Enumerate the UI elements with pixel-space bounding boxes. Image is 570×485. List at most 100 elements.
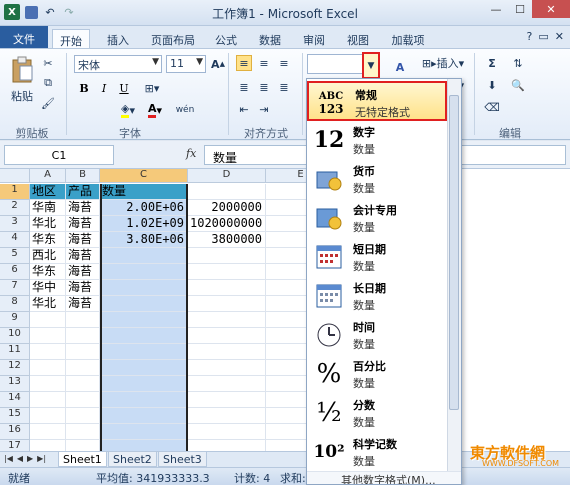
row-header-3[interactable]: 3 [0, 216, 30, 232]
row-header-12[interactable]: 12 [0, 360, 30, 376]
tab-home[interactable]: 开始 [52, 29, 90, 48]
phonetic-icon[interactable]: wén [172, 101, 198, 119]
number-format-dropdown-arrow[interactable]: ▼ [362, 52, 380, 79]
cell-b3[interactable]: 海苔 [66, 216, 100, 232]
cell-c6[interactable] [100, 264, 188, 280]
prev-sheet-icon[interactable]: ◀ [17, 454, 23, 463]
cell-b6[interactable]: 海苔 [66, 264, 100, 280]
column-header-d[interactable]: D [188, 169, 266, 183]
last-sheet-icon[interactable]: ▶| [37, 454, 46, 463]
more-number-formats[interactable]: 其他数字格式(M)... [307, 471, 461, 484]
cell-a2[interactable]: 华南 [30, 200, 66, 216]
insert-cells-button[interactable]: ⊞▸ 插入 ▾ [418, 55, 468, 71]
menu-scrollbar-thumb[interactable] [449, 95, 459, 410]
ribbon-minimize-icon[interactable]: ▭ [538, 30, 548, 43]
cell-d5[interactable] [188, 248, 266, 264]
ribbon-close-icon[interactable]: ✕ [555, 30, 564, 43]
format-option-6[interactable]: 时间 数量 [307, 315, 447, 355]
cell-c7[interactable] [100, 280, 188, 296]
cell-d12[interactable] [188, 360, 266, 376]
format-option-8[interactable]: ½ 分数 数量 [307, 393, 447, 433]
cell-d7[interactable] [188, 280, 266, 296]
cell-b17[interactable] [66, 440, 100, 451]
maximize-button[interactable]: ☐ [508, 0, 532, 18]
menu-scrollbar[interactable] [447, 79, 461, 484]
cell-d15[interactable] [188, 408, 266, 424]
cell-d17[interactable] [188, 440, 266, 451]
paste-button[interactable] [8, 55, 36, 85]
cell-b2[interactable]: 海苔 [66, 200, 100, 216]
grow-font-icon[interactable]: A ▲ [210, 55, 226, 73]
tab-page-layout[interactable]: 页面布局 [144, 29, 202, 48]
row-header-8[interactable]: 8 [0, 296, 30, 312]
fill-color-icon[interactable]: ◈ ▾ [116, 101, 140, 119]
cell-b13[interactable] [66, 376, 100, 392]
bold-button[interactable]: B [76, 79, 92, 97]
help-icon[interactable]: ? [527, 30, 533, 43]
row-header-14[interactable]: 14 [0, 392, 30, 408]
cell-a16[interactable] [30, 424, 66, 440]
cell-b15[interactable] [66, 408, 100, 424]
fx-icon[interactable]: fx [186, 147, 196, 160]
cell-b14[interactable] [66, 392, 100, 408]
cell-a5[interactable]: 西北 [30, 248, 66, 264]
align-top-icon[interactable]: ≡ [236, 55, 252, 71]
align-bottom-icon[interactable]: ≡ [276, 55, 292, 71]
row-header-1[interactable]: 1 [0, 184, 30, 200]
tab-view[interactable]: 视图 [340, 29, 376, 48]
tab-addins[interactable]: 加载项 [384, 29, 432, 48]
cell-d14[interactable] [188, 392, 266, 408]
align-left-icon[interactable]: ≣ [236, 79, 252, 95]
name-box[interactable]: C1 [4, 145, 114, 165]
cell-b1[interactable]: 产品 [66, 184, 100, 200]
cell-a15[interactable] [30, 408, 66, 424]
select-all-corner[interactable] [0, 169, 30, 183]
cell-b8[interactable]: 海苔 [66, 296, 100, 312]
row-header-9[interactable]: 9 [0, 312, 30, 328]
font-size-combo[interactable]: 11 ▼ [166, 55, 206, 73]
copy-icon[interactable]: ⧉ [40, 75, 56, 91]
sheet-tab-2[interactable]: Sheet2 [108, 452, 157, 467]
cell-d10[interactable] [188, 328, 266, 344]
cell-d2[interactable]: 2000000 [188, 200, 266, 216]
cell-b9[interactable] [66, 312, 100, 328]
cut-icon[interactable]: ✂ [40, 55, 56, 71]
row-header-2[interactable]: 2 [0, 200, 30, 216]
cell-d4[interactable]: 3800000 [188, 232, 266, 248]
format-option-5[interactable]: 长日期 数量 [307, 276, 447, 316]
row-header-10[interactable]: 10 [0, 328, 30, 344]
first-sheet-icon[interactable]: |◀ [4, 454, 13, 463]
minimize-button[interactable]: — [484, 0, 508, 18]
row-header-16[interactable]: 16 [0, 424, 30, 440]
cell-b11[interactable] [66, 344, 100, 360]
cell-c14[interactable] [100, 392, 188, 408]
font-name-combo[interactable]: 宋体 ▼ [74, 55, 162, 73]
format-option-4[interactable]: 短日期 数量 [307, 237, 447, 277]
row-header-17[interactable]: 17 [0, 440, 30, 451]
cell-c8[interactable] [100, 296, 188, 312]
format-option-3[interactable]: 会计专用 数量 [307, 198, 447, 238]
column-header-a[interactable]: A [30, 169, 66, 183]
cell-c16[interactable] [100, 424, 188, 440]
row-header-6[interactable]: 6 [0, 264, 30, 280]
borders-icon[interactable]: ⊞▾ [140, 79, 164, 97]
format-option-7[interactable]: % 百分比 数量 [307, 354, 447, 394]
cell-a3[interactable]: 华北 [30, 216, 66, 232]
cell-d1[interactable] [188, 184, 266, 200]
cell-d11[interactable] [188, 344, 266, 360]
sort-filter-icon[interactable]: ⇅ [508, 55, 528, 71]
row-header-4[interactable]: 4 [0, 232, 30, 248]
cell-d16[interactable] [188, 424, 266, 440]
cell-a11[interactable] [30, 344, 66, 360]
align-center-icon[interactable]: ≣ [256, 79, 272, 95]
increase-indent-icon[interactable]: ⇥ [256, 101, 272, 117]
row-header-15[interactable]: 15 [0, 408, 30, 424]
cell-d9[interactable] [188, 312, 266, 328]
format-option-9[interactable]: 10² 科学记数 数量 [307, 432, 447, 472]
close-button[interactable]: ✕ [532, 0, 570, 18]
format-option-0[interactable]: ABC 123 常规 无特定格式 [307, 81, 447, 121]
cell-c15[interactable] [100, 408, 188, 424]
cell-a8[interactable]: 华北 [30, 296, 66, 312]
cell-c2[interactable]: 2.00E+06 [100, 200, 188, 216]
tab-data[interactable]: 数据 [252, 29, 288, 48]
